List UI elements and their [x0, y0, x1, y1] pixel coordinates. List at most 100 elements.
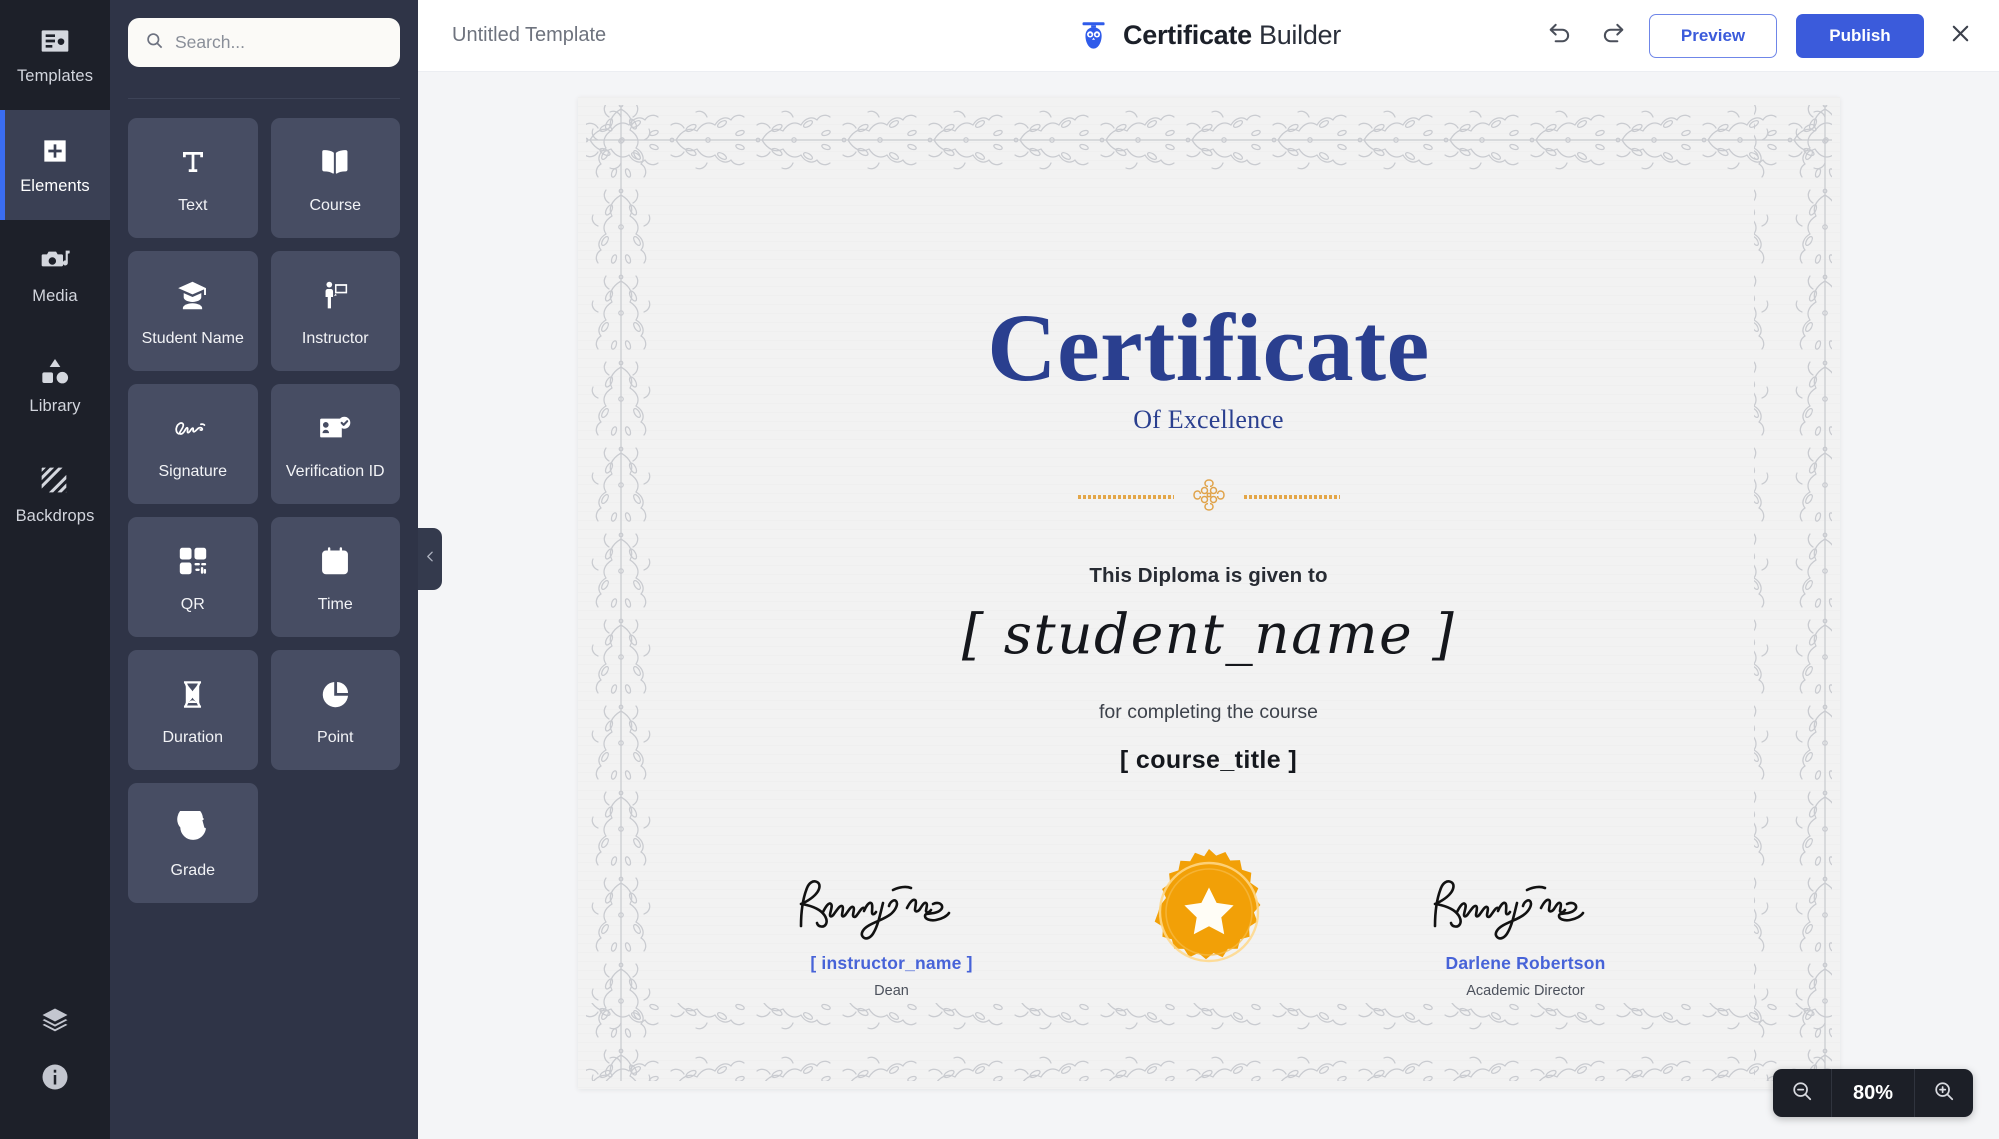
sidebar-item-library[interactable]: Library — [0, 330, 110, 440]
element-tile-label: Point — [317, 729, 354, 746]
sidebar-item-templates[interactable]: Templates — [0, 0, 110, 110]
close-icon — [1949, 22, 1972, 50]
element-tile-label: Signature — [158, 463, 228, 480]
element-tile-point[interactable]: Point — [270, 650, 400, 770]
undo-button[interactable] — [1543, 19, 1577, 53]
id-card-icon — [318, 408, 352, 448]
instructor-role[interactable]: Dean — [874, 983, 909, 999]
book-icon — [318, 142, 352, 182]
calendar-icon — [319, 541, 351, 581]
course-title-placeholder[interactable]: [ course_title ] — [1120, 746, 1297, 775]
instructor-name-placeholder[interactable]: [ instructor_name ] — [810, 953, 972, 974]
certificate-subtitle[interactable]: Of Excellence — [1133, 405, 1284, 435]
left-nav-rail: Templates Elements Media Library Backdro — [0, 0, 110, 1139]
layers-icon[interactable] — [40, 1005, 70, 1040]
element-tile-course[interactable]: Course — [270, 118, 400, 238]
element-tile-student-name[interactable]: Student Name — [128, 251, 258, 371]
qr-icon — [177, 541, 209, 581]
owl-graduate-logo-icon — [1076, 19, 1110, 53]
element-tile-label: Grade — [170, 862, 215, 879]
signature-block-left[interactable]: [ instructor_name ] Dean — [732, 866, 1052, 999]
hourglass-icon — [177, 674, 208, 714]
redo-icon — [1600, 20, 1626, 51]
element-tiles-grid: Text Course Student Name Instructor Sign… — [110, 99, 418, 903]
zoom-in-icon — [1933, 1080, 1955, 1107]
grade-icon — [177, 807, 209, 847]
redo-button[interactable] — [1596, 19, 1630, 53]
sidebar-label-elements: Elements — [20, 177, 90, 195]
element-tile-label: Verification ID — [285, 463, 385, 480]
sidebar-item-elements[interactable]: Elements — [0, 110, 110, 220]
sidebar-label-templates: Templates — [16, 67, 94, 85]
editor-canvas[interactable]: Certificate Of Excellence This Diploma i… — [418, 72, 1999, 1139]
search-input[interactable] — [175, 32, 400, 53]
diploma-given-text[interactable]: This Diploma is given to — [1089, 564, 1327, 588]
brand-bold: Certificate — [1123, 20, 1252, 50]
element-tile-label: QR — [180, 596, 205, 613]
sidebar-label-library: Library — [29, 397, 81, 415]
app-brand: Certificate Builder — [1076, 19, 1341, 53]
certificate-document[interactable]: Certificate Of Excellence This Diploma i… — [577, 97, 1840, 1089]
zoom-out-button[interactable] — [1773, 1069, 1831, 1117]
brand-light: Builder — [1259, 20, 1341, 50]
zoom-level: 80% — [1831, 1069, 1915, 1117]
undo-icon — [1547, 20, 1573, 51]
zoom-in-button[interactable] — [1915, 1069, 1973, 1117]
director-name[interactable]: Darlene Robertson — [1446, 953, 1606, 974]
graduate-icon — [176, 275, 209, 315]
certificate-content: Certificate Of Excellence This Diploma i… — [688, 203, 1730, 999]
element-tile-duration[interactable]: Duration — [128, 650, 258, 770]
signature-block-right[interactable]: Darlene Robertson Academic Director — [1366, 866, 1686, 999]
element-tile-label: Student Name — [141, 330, 244, 347]
for-completing-text[interactable]: for completing the course — [1099, 701, 1318, 724]
handwritten-signature-icon — [1421, 866, 1631, 944]
element-tile-grade[interactable]: Grade — [128, 783, 258, 903]
student-name-placeholder[interactable]: [ student_name ] — [962, 605, 1455, 664]
panel-collapse-handle[interactable] — [418, 528, 442, 590]
chevron-left-icon — [424, 550, 437, 568]
instructor-icon — [320, 275, 351, 315]
sidebar-item-backdrops[interactable]: Backdrops — [0, 440, 110, 550]
backdrops-icon — [38, 464, 72, 498]
director-role[interactable]: Academic Director — [1466, 983, 1584, 999]
element-tile-text[interactable]: Text — [128, 118, 258, 238]
sidebar-item-media[interactable]: Media — [0, 220, 110, 330]
star-seal-icon — [1154, 848, 1260, 962]
handwritten-signature-icon — [787, 866, 997, 944]
element-tile-label: Instructor — [301, 330, 369, 347]
element-tile-label: Course — [309, 197, 362, 214]
template-name[interactable]: Untitled Template — [452, 24, 606, 47]
plus-square-icon — [38, 134, 72, 168]
sidebar-label-media: Media — [32, 287, 78, 305]
element-tile-instructor[interactable]: Instructor — [270, 251, 400, 371]
publish-button[interactable]: Publish — [1796, 13, 1924, 58]
info-icon[interactable] — [40, 1062, 70, 1097]
shapes-icon — [38, 354, 72, 388]
certificate-title[interactable]: Certificate — [987, 299, 1430, 397]
element-tile-label: Duration — [162, 729, 223, 746]
element-tile-time[interactable]: Time — [270, 517, 400, 637]
top-toolbar: Untitled Template Certificate Builder Pr… — [418, 0, 1999, 72]
certificate-seal[interactable] — [1144, 847, 1274, 977]
search-box[interactable] — [128, 18, 400, 67]
media-icon — [38, 244, 72, 278]
preview-button[interactable]: Preview — [1649, 13, 1777, 58]
signature-row: [ instructor_name ] Dean Darlene Roberts… — [688, 847, 1730, 999]
certificate-builder-app: Templates Elements Media Library Backdro — [0, 0, 1999, 1139]
element-tile-signature[interactable]: Signature — [128, 384, 258, 504]
close-button[interactable] — [1943, 19, 1977, 53]
ornament-flourish-icon — [1187, 473, 1231, 522]
brand-text: Certificate Builder — [1123, 20, 1341, 51]
ornament-divider — [1077, 473, 1340, 522]
toolbar-actions: Preview Publish — [1543, 13, 1977, 58]
zoom-out-icon — [1791, 1080, 1813, 1107]
element-tile-qr[interactable]: QR — [128, 517, 258, 637]
ornament-line-right — [1243, 495, 1340, 500]
zoom-control: 80% — [1773, 1069, 1973, 1117]
pie-chart-icon — [320, 674, 351, 714]
ornament-line-left — [1077, 495, 1174, 500]
element-tile-verification-id[interactable]: Verification ID — [270, 384, 400, 504]
text-icon — [178, 142, 208, 182]
search-wrapper — [110, 18, 418, 67]
element-tile-label: Text — [178, 197, 208, 214]
